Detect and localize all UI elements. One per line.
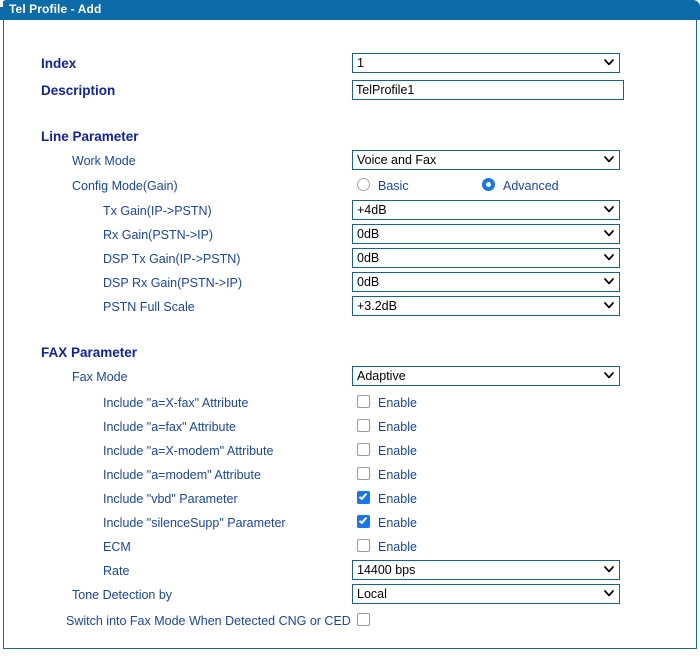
- index-select[interactable]: 1: [352, 53, 620, 73]
- row-include-modem: Include "a=modem" Attribute Enable: [4, 466, 696, 490]
- pstn-full-scale-select[interactable]: +3.2dB: [352, 296, 620, 316]
- checkbox-include-x-fax[interactable]: [357, 395, 370, 408]
- checkbox-label-include-modem[interactable]: Enable: [378, 466, 417, 484]
- label-include-vbd: Include "vbd" Parameter: [103, 492, 238, 506]
- tx-gain-select[interactable]: +4dB: [352, 200, 620, 220]
- checkbox-label-include-x-fax[interactable]: Enable: [378, 394, 417, 412]
- checkbox-include-x-modem[interactable]: [357, 443, 370, 456]
- row-include-vbd: Include "vbd" Parameter Enable: [4, 490, 696, 514]
- checkbox-ecm[interactable]: [357, 539, 370, 552]
- label-switch-fax-mode: Switch into Fax Mode When Detected CNG o…: [66, 614, 351, 628]
- checkbox-switch-fax-mode[interactable]: [357, 613, 370, 626]
- dsp-tx-gain-select[interactable]: 0dB: [352, 248, 620, 268]
- window-titlebar: Tel Profile - Add: [0, 0, 700, 20]
- tone-detection-select-wrap: Local: [352, 584, 620, 604]
- work-mode-select[interactable]: Voice and Fax: [352, 150, 620, 170]
- rx-gain-select-wrap: 0dB: [352, 224, 620, 244]
- checkbox-label-include-vbd[interactable]: Enable: [378, 490, 417, 508]
- label-index: Index: [41, 56, 77, 71]
- checkbox-include-silencesupp[interactable]: [357, 515, 370, 528]
- row-dsp-tx-gain: DSP Tx Gain(IP->PSTN) 0dB: [4, 248, 696, 274]
- radio-label-basic[interactable]: Basic: [378, 177, 409, 195]
- tel-profile-window: Tel Profile - Add Index 1 Description Li…: [0, 0, 700, 656]
- heading-fax-parameter: FAX Parameter: [41, 345, 138, 360]
- heading-line-parameter: Line Parameter: [41, 129, 139, 144]
- label-tx-gain: Tx Gain(IP->PSTN): [103, 204, 212, 218]
- row-rate: Rate 14400 bps: [4, 560, 696, 586]
- row-ecm: ECM Enable: [4, 538, 696, 562]
- dsp-tx-gain-select-wrap: 0dB: [352, 248, 620, 268]
- label-rate: Rate: [103, 564, 130, 578]
- titlebar-notch: [0, 0, 3, 7]
- row-dsp-rx-gain: DSP Rx Gain(PSTN->IP) 0dB: [4, 272, 696, 298]
- row-description: Description: [4, 80, 696, 106]
- radio-config-mode-basic[interactable]: [357, 178, 370, 191]
- tx-gain-select-wrap: +4dB: [352, 200, 620, 220]
- label-include-x-fax: Include "a=X-fax" Attribute: [103, 396, 249, 410]
- row-include-x-fax: Include "a=X-fax" Attribute Enable: [4, 394, 696, 418]
- fax-mode-select[interactable]: Adaptive: [352, 366, 620, 386]
- checkbox-include-vbd[interactable]: [357, 491, 370, 504]
- dsp-rx-gain-select[interactable]: 0dB: [352, 272, 620, 292]
- label-dsp-rx-gain: DSP Rx Gain(PSTN->IP): [103, 276, 243, 290]
- rate-select[interactable]: 14400 bps: [352, 560, 620, 580]
- label-include-modem: Include "a=modem" Attribute: [103, 468, 261, 482]
- row-work-mode: Work Mode Voice and Fax: [4, 150, 696, 176]
- index-select-wrap: 1: [352, 53, 620, 73]
- pstn-full-scale-select-wrap: +3.2dB: [352, 296, 620, 316]
- row-switch-fax-mode: Switch into Fax Mode When Detected CNG o…: [4, 612, 696, 636]
- checkbox-include-modem[interactable]: [357, 467, 370, 480]
- label-dsp-tx-gain: DSP Tx Gain(IP->PSTN): [103, 252, 241, 266]
- section-line-parameter: Line Parameter: [4, 128, 696, 152]
- checkbox-label-ecm[interactable]: Enable: [378, 538, 417, 556]
- rate-select-wrap: 14400 bps: [352, 560, 620, 580]
- row-include-silencesupp: Include "silenceSupp" Parameter Enable: [4, 514, 696, 538]
- fax-mode-select-wrap: Adaptive: [352, 366, 620, 386]
- form-content: Index 1 Description Line Parameter Work …: [3, 20, 697, 649]
- row-rx-gain: Rx Gain(PSTN->IP) 0dB: [4, 224, 696, 250]
- checkbox-label-include-x-modem[interactable]: Enable: [378, 442, 417, 460]
- row-include-x-modem: Include "a=X-modem" Attribute Enable: [4, 442, 696, 466]
- label-include-x-modem: Include "a=X-modem" Attribute: [103, 444, 274, 458]
- label-include-silencesupp: Include "silenceSupp" Parameter: [103, 516, 286, 530]
- label-description: Description: [41, 83, 116, 98]
- label-include-fax: Include "a=fax" Attribute: [103, 420, 236, 434]
- row-tx-gain: Tx Gain(IP->PSTN) +4dB: [4, 200, 696, 226]
- checkbox-label-include-fax[interactable]: Enable: [378, 418, 417, 436]
- row-include-fax: Include "a=fax" Attribute Enable: [4, 418, 696, 442]
- radio-config-mode-advanced[interactable]: [482, 178, 495, 191]
- tone-detection-select[interactable]: Local: [352, 584, 620, 604]
- window-title: Tel Profile - Add: [9, 2, 102, 16]
- label-config-mode: Config Mode(Gain): [72, 179, 178, 193]
- label-fax-mode: Fax Mode: [72, 370, 128, 384]
- label-ecm: ECM: [103, 540, 131, 554]
- radio-label-advanced[interactable]: Advanced: [503, 177, 559, 195]
- description-input[interactable]: [352, 80, 624, 100]
- row-index: Index 1: [4, 53, 696, 79]
- row-fax-mode: Fax Mode Adaptive: [4, 366, 696, 392]
- label-rx-gain: Rx Gain(PSTN->IP): [103, 228, 214, 242]
- checkbox-include-fax[interactable]: [357, 419, 370, 432]
- row-config-mode: Config Mode(Gain) Basic Advanced: [4, 177, 696, 201]
- label-pstn-full-scale: PSTN Full Scale: [103, 300, 195, 314]
- row-tone-detection: Tone Detection by Local: [4, 584, 696, 610]
- work-mode-select-wrap: Voice and Fax: [352, 150, 620, 170]
- rx-gain-select[interactable]: 0dB: [352, 224, 620, 244]
- row-pstn-full-scale: PSTN Full Scale +3.2dB: [4, 296, 696, 322]
- label-tone-detection: Tone Detection by: [72, 588, 173, 602]
- label-work-mode: Work Mode: [72, 154, 136, 168]
- section-fax-parameter: FAX Parameter: [4, 344, 696, 368]
- checkbox-label-include-silencesupp[interactable]: Enable: [378, 514, 417, 532]
- dsp-rx-gain-select-wrap: 0dB: [352, 272, 620, 292]
